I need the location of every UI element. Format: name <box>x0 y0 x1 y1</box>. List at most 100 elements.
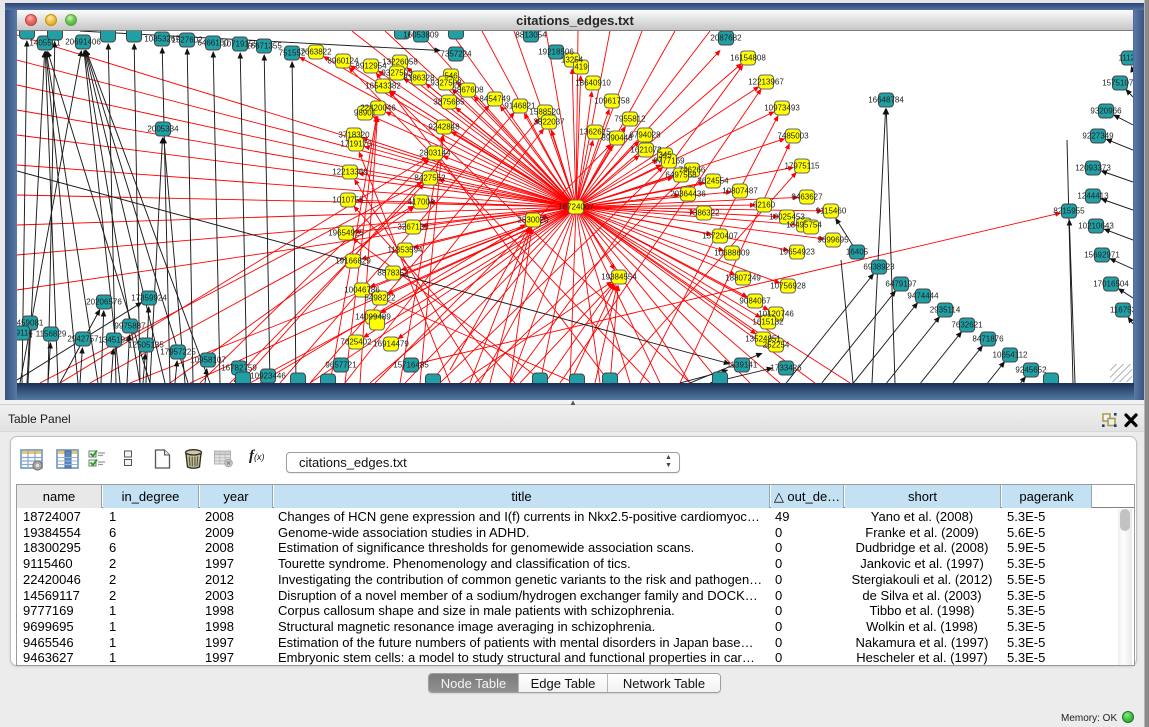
svg-text:10923446: 10923446 <box>250 372 286 381</box>
svg-text:12213369: 12213369 <box>332 168 368 177</box>
svg-text:116753: 116753 <box>1110 306 1133 315</box>
svg-text:18640910: 18640910 <box>575 79 611 88</box>
svg-text:8471876: 8471876 <box>972 335 1004 344</box>
svg-text:16154808: 16154808 <box>730 54 766 63</box>
svg-text:15716485: 15716485 <box>393 361 429 370</box>
svg-text:1156829: 1156829 <box>36 330 67 339</box>
svg-text:11122: 11122 <box>1118 54 1133 63</box>
svg-text:17359924: 17359924 <box>131 294 167 303</box>
svg-text:8427552: 8427552 <box>414 174 446 183</box>
svg-text:18807249: 18807249 <box>725 274 761 283</box>
svg-text:9242848: 9242848 <box>428 123 460 132</box>
svg-text:20691406: 20691406 <box>65 38 101 47</box>
svg-text:9084067: 9084067 <box>739 297 771 306</box>
svg-text:8990448: 8990448 <box>601 134 633 143</box>
svg-text:1733426: 1733426 <box>770 364 802 373</box>
svg-text:10973493: 10973493 <box>764 104 800 113</box>
svg-text:20364436: 20364436 <box>670 190 706 199</box>
svg-text:16053809: 16053809 <box>403 31 439 40</box>
svg-text:3267130: 3267130 <box>397 223 429 232</box>
svg-text:17975115: 17975115 <box>785 162 821 171</box>
svg-text:9975887: 9975887 <box>114 322 146 331</box>
svg-text:16405: 16405 <box>846 248 869 257</box>
svg-text:12213967: 12213967 <box>748 78 784 87</box>
svg-text:2867608: 2867608 <box>452 86 484 95</box>
svg-text:15692971: 15692971 <box>1084 251 1120 260</box>
svg-text:8878352: 8878352 <box>377 269 409 278</box>
svg-text:6497568: 6497568 <box>665 171 697 180</box>
svg-text:20206576: 20206576 <box>86 298 122 307</box>
svg-text:17016504: 17016504 <box>1093 280 1129 289</box>
svg-text:15720407: 15720407 <box>702 232 738 241</box>
svg-text:98901: 98901 <box>354 109 377 118</box>
svg-text:9474444: 9474444 <box>907 292 939 301</box>
svg-text:9777169: 9777169 <box>653 157 685 166</box>
svg-text:6794028: 6794028 <box>629 131 661 140</box>
svg-text:252254: 252254 <box>763 341 790 350</box>
svg-text:16914479: 16914479 <box>373 340 409 349</box>
svg-text:13495754: 13495754 <box>786 221 822 230</box>
svg-text:2530020: 2530020 <box>517 216 549 225</box>
svg-text:39114: 39114 <box>17 329 33 338</box>
svg-text:2087682: 2087682 <box>710 34 742 43</box>
svg-text:16543382: 16543382 <box>365 82 401 91</box>
svg-text:6479197: 6479197 <box>885 280 917 289</box>
svg-text:12505135: 12505135 <box>128 341 164 350</box>
svg-text:1010755: 1010755 <box>332 196 364 205</box>
svg-text:1139141: 1139141 <box>727 361 758 370</box>
svg-text:3822037: 3822037 <box>533 118 565 127</box>
svg-text:14099489: 14099489 <box>355 313 391 322</box>
svg-text:19654925: 19654925 <box>328 229 364 238</box>
svg-text:19654923: 19654923 <box>779 248 815 257</box>
svg-text:10688609: 10688609 <box>714 249 750 258</box>
svg-text:7663822: 7663822 <box>300 48 332 57</box>
svg-text:1719170: 1719170 <box>340 140 372 149</box>
svg-text:9320966: 9320966 <box>1090 107 1122 116</box>
svg-text:8960124: 8960124 <box>327 57 359 66</box>
svg-text:13226058: 13226058 <box>382 58 418 67</box>
svg-text:3624554: 3624554 <box>697 177 729 186</box>
svg-text:7485003: 7485003 <box>777 132 809 141</box>
svg-text:9699695: 9699695 <box>817 236 849 245</box>
svg-text:1345194: 1345194 <box>98 336 130 345</box>
svg-text:16671355: 16671355 <box>246 42 282 51</box>
svg-text:7357224: 7357224 <box>440 50 472 59</box>
svg-text:7632621: 7632621 <box>951 321 983 330</box>
svg-text:1244413: 1244413 <box>1077 192 1109 201</box>
svg-text:8215955: 8215955 <box>1053 207 1085 216</box>
svg-text:417004: 417004 <box>408 198 435 207</box>
svg-text:11353594: 11353594 <box>388 246 424 255</box>
svg-text:62160: 62160 <box>753 201 776 210</box>
svg-text:5498222: 5498222 <box>364 294 396 303</box>
svg-text:3875685: 3875685 <box>433 98 465 107</box>
svg-text:12093373: 12093373 <box>1075 164 1111 173</box>
svg-text:1405571: 1405571 <box>29 39 61 48</box>
svg-text:6938923: 6938923 <box>863 263 895 272</box>
svg-text:16648784: 16648784 <box>868 96 904 105</box>
svg-text:7955812: 7955812 <box>614 115 646 124</box>
svg-text:2935114: 2935114 <box>930 306 961 315</box>
svg-text:10210643: 10210643 <box>1078 222 1114 231</box>
svg-text:2803144: 2803144 <box>419 149 451 158</box>
svg-text:19384554: 19384554 <box>601 273 637 282</box>
svg-text:9227349: 9227349 <box>1082 132 1114 141</box>
svg-text:10961758: 10961758 <box>594 97 630 106</box>
svg-text:7386322: 7386322 <box>688 209 720 218</box>
svg-text:419: 419 <box>574 63 588 72</box>
svg-text:10654112: 10654112 <box>993 351 1029 360</box>
svg-text:9657721: 9657721 <box>325 361 357 370</box>
svg-text:459081: 459081 <box>17 319 44 328</box>
svg-text:15751074: 15751074 <box>1102 79 1133 88</box>
svg-text:2942757: 2942757 <box>67 335 99 344</box>
svg-text:2005334: 2005334 <box>147 125 179 134</box>
svg-text:9463627: 9463627 <box>791 193 823 202</box>
svg-text:8813054: 8813054 <box>515 31 547 40</box>
svg-text:1615132: 1615132 <box>752 318 784 327</box>
svg-text:9115460: 9115460 <box>816 207 847 216</box>
svg-text:9245652: 9245652 <box>1015 366 1047 375</box>
svg-text:19166829: 19166829 <box>335 257 371 266</box>
svg-text:18724007: 18724007 <box>558 203 594 212</box>
svg-text:7625402: 7625402 <box>340 338 372 347</box>
svg-text:10807487: 10807487 <box>722 187 758 196</box>
svg-text:10756928: 10756928 <box>770 282 806 291</box>
